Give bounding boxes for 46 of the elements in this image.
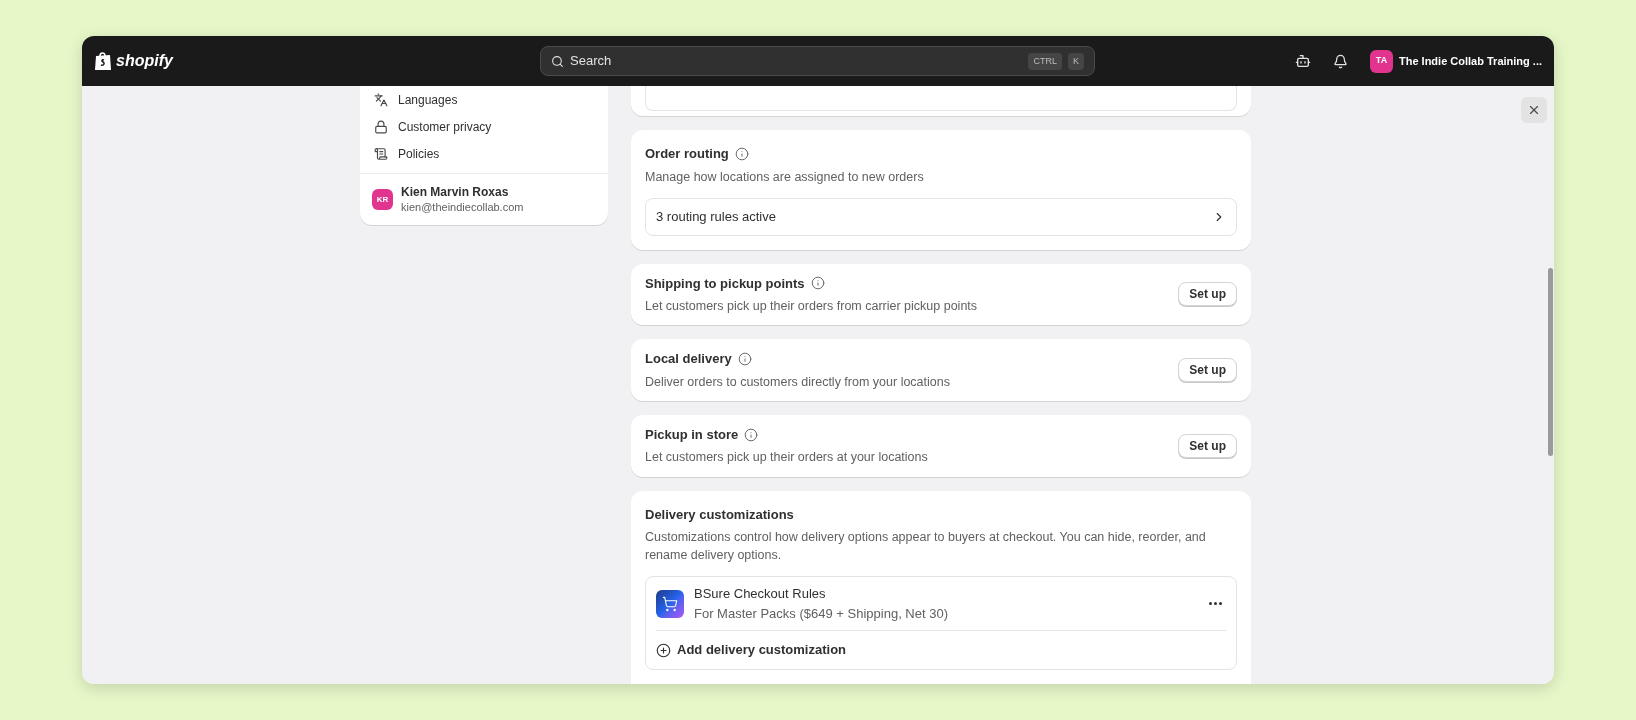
translate-icon — [374, 92, 388, 107]
shortcut-key: CTRL — [1028, 52, 1062, 70]
app-detail: For Master Packs ($649 + Shipping, Net 30) — [694, 604, 949, 623]
shopify-logo[interactable]: shopify — [116, 49, 173, 73]
section-description: Manage how locations are assigned to new orders — [645, 168, 925, 186]
section-title: Local delivery — [645, 350, 732, 369]
section-description: Customizations control how delivery options appear to buyers at checkout. You can hide, reorder, and rename delivery options. — [645, 529, 1207, 564]
setup-button[interactable]: Set up — [1178, 358, 1237, 382]
section-title: Shipping to pickup points — [645, 274, 805, 293]
app-logo-icon — [656, 589, 684, 618]
section-title: Order routing — [645, 145, 729, 163]
search-field[interactable]: Search CTRL K — [540, 46, 1095, 76]
lock-icon — [374, 119, 388, 134]
section-title: Pickup in store — [645, 425, 739, 444]
sidebar-item[interactable]: Customer privacy — [360, 113, 608, 140]
sidebar-item[interactable]: Policies — [360, 140, 608, 167]
store-name[interactable]: The Indie Collab Training ... — [1399, 52, 1542, 70]
user-avatar: KR — [372, 189, 393, 210]
plus-circle-icon — [656, 642, 671, 658]
ellipsis-icon — [1209, 602, 1222, 605]
search-icon — [551, 54, 564, 68]
routing-rules-row[interactable]: 3 routing rules active — [645, 197, 1237, 236]
close-button[interactable] — [1521, 97, 1547, 123]
store-avatar[interactable]: TA — [1370, 49, 1393, 73]
section-description: Let customers pick up their orders from carrier pickup points — [645, 298, 978, 316]
close-icon — [1527, 103, 1541, 117]
info-icon[interactable] — [734, 146, 749, 161]
section-description: Deliver orders to customers directly from your locations — [645, 373, 950, 391]
setup-button[interactable]: Set up — [1178, 433, 1237, 458]
user-email: kien@theindiecollab.com — [401, 200, 524, 215]
add-customization-link[interactable]: Add delivery customization — [656, 631, 847, 669]
info-icon[interactable] — [744, 427, 759, 442]
section-description: Let customers pick up their orders at your locations — [645, 449, 928, 467]
info-icon[interactable] — [810, 276, 825, 291]
setup-button[interactable]: Set up — [1178, 282, 1237, 307]
shopping-bag-icon — [94, 51, 112, 71]
user-name: Kien Marvin Roxas — [401, 184, 510, 200]
section-title: Delivery customizations — [645, 505, 794, 524]
bot-icon[interactable] — [1295, 53, 1311, 69]
info-icon[interactable] — [737, 352, 752, 366]
app-name: BSure Checkout Rules — [694, 585, 827, 603]
scrollbar[interactable] — [1548, 268, 1553, 456]
bell-icon[interactable] — [1333, 53, 1348, 69]
scroll-icon — [374, 146, 388, 161]
sidebar-item[interactable]: Languages — [360, 86, 608, 113]
shortcut-key: K — [1068, 52, 1084, 70]
